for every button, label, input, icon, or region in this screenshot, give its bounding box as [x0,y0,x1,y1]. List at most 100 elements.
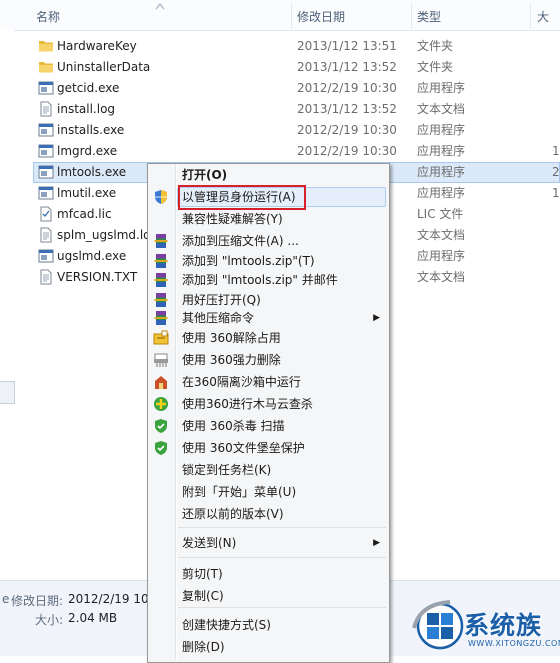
details-size-value: 2.04 MB [68,611,118,625]
winrar-icon [153,253,169,269]
file-type: 文本文档 [417,270,466,284]
file-name: lmtools.exe [57,165,127,179]
file-name: install.log [57,102,116,116]
menu-item[interactable]: 在360隔离沙箱中运行 [148,371,389,393]
menu-item-label: 使用 360杀毒 扫描 [182,419,285,433]
file-date: 2013/1/12 13:51 [297,39,397,53]
menu-item-label: 剪切(T) [182,567,223,581]
file-type: 应用程序 [417,165,466,179]
file-row[interactable]: install.log 2013/1/12 13:52 文本文档 [0,99,560,120]
menu-separator [178,557,386,558]
file-name: splm_ugslmd.lo [57,228,151,242]
menu-item[interactable]: 使用 360杀毒 扫描 [148,415,389,437]
file-row[interactable]: lmgrd.exe 2012/2/19 10:30 应用程序 1 [0,141,560,162]
menu-separator [178,527,386,528]
menu-item-label: 在360隔离沙箱中运行 [182,375,301,389]
menu-item-label: 添加到 "lmtools.zip" 并邮件 [182,273,338,287]
shredder-icon [153,352,169,368]
exe-icon [38,122,54,138]
file-type: 文本文档 [417,228,466,242]
file-name: UninstallerData [57,60,151,74]
file-size: 1 [552,186,560,200]
menu-item[interactable]: 使用 360文件堡垒保护 [148,437,389,459]
file-name: lmgrd.exe [57,144,118,158]
size-column-header[interactable]: 大 [537,0,549,30]
file-row[interactable]: UninstallerData 2013/1/12 13:52 文件夹 [0,57,560,78]
text-file-icon [38,101,54,117]
menu-item[interactable]: 添加到压缩文件(A) ... [148,230,389,252]
unlock-icon [153,330,169,346]
menu-item-label: 附到「开始」菜单(U) [182,485,297,499]
uac-shield-icon [153,189,169,205]
menu-item[interactable]: 剪切(T) [148,563,389,585]
menu-item-label: 兼容性疑难解答(Y) [182,212,283,226]
navigation-pane-scroll-element[interactable] [0,381,15,404]
file-name: mfcad.lic [57,207,112,221]
details-partial-text: e [2,592,10,606]
file-name: installs.exe [57,123,125,137]
file-row[interactable]: HardwareKey 2013/1/12 13:51 文件夹 [0,36,560,57]
menu-item[interactable]: 使用 360解除占用 [148,327,389,349]
submenu-arrow-icon: ▶ [373,538,380,548]
file-type: 应用程序 [417,123,466,137]
menu-item[interactable]: 附到「开始」菜单(U) [148,481,389,503]
menu-item-label: 创建快捷方式(S) [182,618,271,632]
winrar-icon [153,233,169,249]
sort-up-icon [155,3,165,10]
antivirus-shield-icon [153,418,169,434]
text-file-icon [38,269,54,285]
menu-item[interactable]: 使用360进行木马云查杀 [148,393,389,415]
trojan-scan-icon [153,396,169,412]
file-type: 应用程序 [417,186,466,200]
text-file-icon [38,227,54,243]
file-type: 文件夹 [417,60,454,74]
file-type: 应用程序 [417,249,466,263]
file-name: getcid.exe [57,81,120,95]
winrar-icon [153,292,169,308]
column-divider[interactable] [530,3,531,29]
submenu-arrow-icon: ▶ [373,313,380,323]
column-divider[interactable] [411,3,412,29]
file-date: 2013/1/12 13:52 [297,102,397,116]
column-divider[interactable] [291,3,292,29]
menu-item[interactable]: 还原以前的版本(V) [148,503,389,525]
menu-item[interactable]: 添加到 "lmtools.zip" 并邮件 [148,269,389,291]
exe-icon [38,164,54,180]
menu-item-label: 发送到(N) [182,536,237,550]
menu-item-label: 使用360进行木马云查杀 [182,397,313,411]
menu-item[interactable]: 兼容性疑难解答(Y) [148,208,389,230]
file-date: 2012/2/19 10:30 [297,123,397,137]
menu-item[interactable]: 复制(C) [148,585,389,607]
menu-item[interactable]: 锁定到任务栏(K) [148,459,389,481]
menu-item[interactable]: 使用 360强力删除 [148,349,389,371]
file-name: VERSION.TXT [57,270,138,284]
menu-item[interactable]: 发送到(N) ▶ [148,532,389,554]
details-size-label: 大小: [35,613,64,627]
menu-item-label: 锁定到任务栏(K) [182,463,272,477]
exe-icon [38,185,54,201]
watermark-text: 系统族 [464,611,543,640]
file-size: 1 [552,144,560,158]
file-row[interactable]: getcid.exe 2012/2/19 10:30 应用程序 [0,78,560,99]
type-column-header[interactable]: 类型 [417,0,441,30]
menu-item-label: 添加到压缩文件(A) ... [182,234,299,248]
exe-icon [38,248,54,264]
highlight-annotation-box [178,185,306,210]
file-name: HardwareKey [57,39,137,53]
date-column-header[interactable]: 修改日期 [297,0,345,30]
name-column-header[interactable]: 名称 [36,0,60,30]
menu-item-label: 其他压缩命令 [182,311,255,325]
file-date: 2012/2/19 10:30 [297,144,397,158]
menu-item[interactable]: 其他压缩命令 ▶ [148,307,389,329]
details-date-label: 修改日期: [11,594,64,608]
menu-item[interactable]: 创建快捷方式(S) [148,614,389,636]
menu-item[interactable]: 打开(O) [148,164,389,186]
file-row[interactable]: installs.exe 2012/2/19 10:30 应用程序 [0,120,560,141]
exe-icon [38,143,54,159]
file-type: 文件夹 [417,39,454,53]
antivirus-shield-icon [153,440,169,456]
menu-item-label: 使用 360解除占用 [182,331,281,345]
file-date: 2012/2/19 10:30 [297,81,397,95]
column-header-bar: 名称 修改日期 类型 大 [0,0,560,31]
menu-item-label: 使用 360文件堡垒保护 [182,441,305,455]
